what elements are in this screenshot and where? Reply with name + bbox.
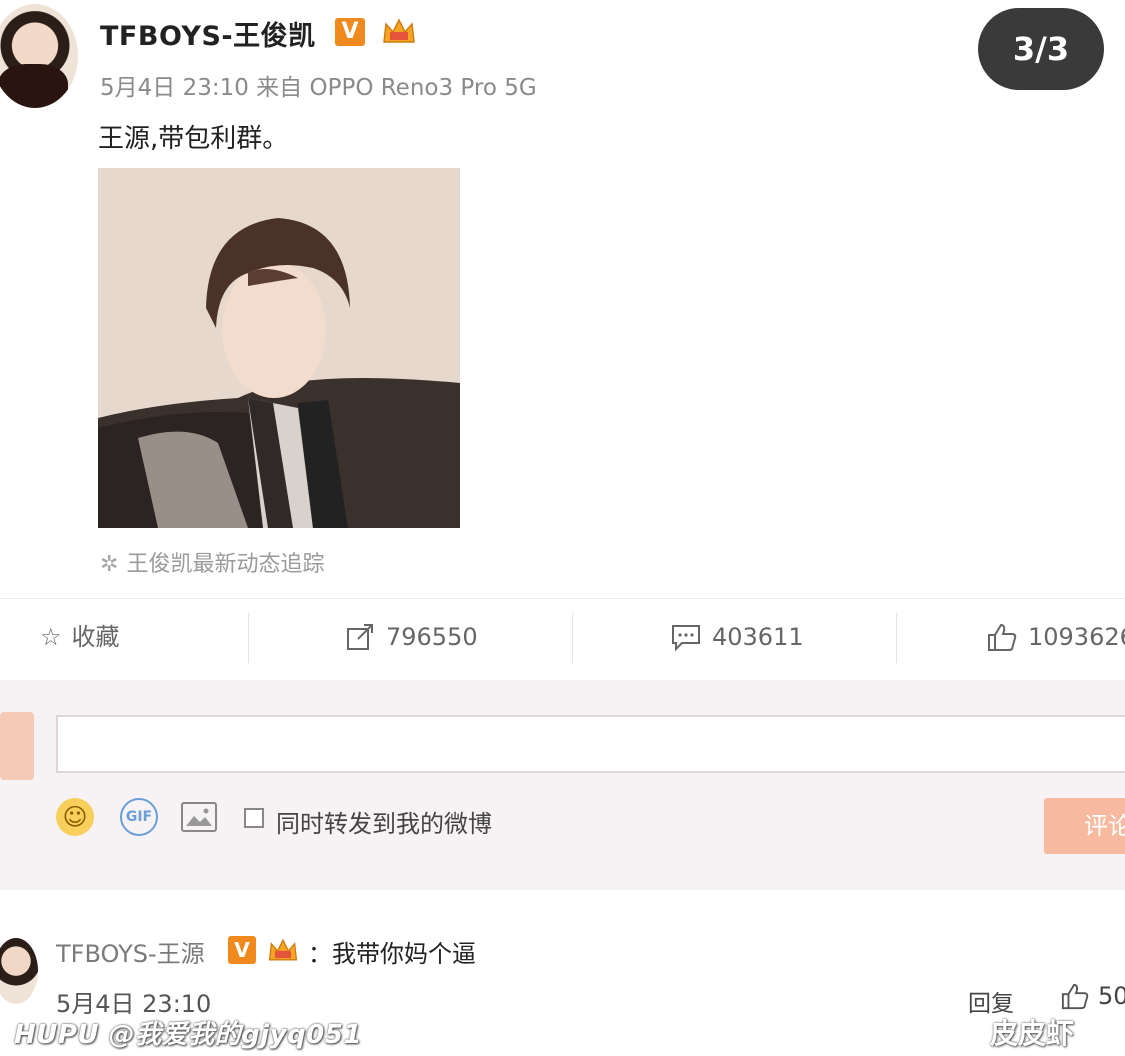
repost-icon xyxy=(347,624,373,650)
comment-text: ：我带你妈个逼 xyxy=(308,934,476,969)
sync-repost-label: 同时转发到我的微博 xyxy=(276,810,492,838)
comment-like-count: 50 xyxy=(1098,982,1125,1010)
verified-badge-icon: V xyxy=(228,936,256,964)
comment-composer xyxy=(0,680,1125,890)
commenter-avatar[interactable] xyxy=(0,938,38,1004)
comment-button[interactable]: 403611 xyxy=(670,619,804,655)
action-bar: ☆ 收藏 796550 403611 1093626 xyxy=(0,598,1125,681)
tracking-label: 王俊凯最新动态追踪 xyxy=(126,552,325,577)
favorite-button[interactable]: ☆ 收藏 xyxy=(40,619,120,655)
repost-button[interactable]: 796550 xyxy=(346,619,478,655)
comment-like-button[interactable]: 50 xyxy=(1060,982,1125,1010)
repost-count: 796550 xyxy=(386,623,478,651)
divider xyxy=(896,613,897,663)
watermark-right: 皮皮虾 xyxy=(990,1017,1075,1050)
post-meta: 5月4日 23:10 来自 OPPO Reno3 Pro 5G xyxy=(100,75,537,101)
selfie-image xyxy=(98,168,460,528)
page-indicator: 3/3 xyxy=(978,8,1104,90)
image-upload-icon[interactable] xyxy=(181,802,217,832)
post-text: 王源,带包利群。 xyxy=(98,124,289,154)
tracking-link[interactable]: ✲ 王俊凯最新动态追踪 xyxy=(100,546,324,578)
divider xyxy=(572,613,573,663)
verified-badge-icon: V xyxy=(335,18,365,46)
watermark-left: HUPU @我爱我的gjyq051 xyxy=(14,1020,362,1050)
divider xyxy=(248,613,249,663)
like-count: 1093626 xyxy=(1028,623,1125,651)
post-author-name[interactable]: TFBOYS-王俊凯 xyxy=(100,14,316,53)
sparkle-icon: ✲ xyxy=(100,552,119,577)
thumbs-up-icon xyxy=(1061,983,1089,1010)
comment-count: 403611 xyxy=(712,623,804,651)
emoji-icon[interactable]: ☺ xyxy=(56,798,94,836)
star-icon: ☆ xyxy=(40,623,62,651)
current-user-avatar xyxy=(0,712,34,780)
comment-icon xyxy=(672,625,700,651)
comment-input[interactable] xyxy=(56,715,1125,773)
vip-crown-icon xyxy=(383,18,415,43)
commenter-name[interactable]: TFBOYS-王源 xyxy=(56,934,205,969)
post-photo[interactable] xyxy=(98,168,460,528)
vip-crown-icon xyxy=(268,938,298,961)
like-button[interactable]: 1093626 xyxy=(986,619,1125,655)
comment-submit-button[interactable]: 评论 xyxy=(1044,798,1125,854)
thumbs-up-icon xyxy=(988,623,1017,651)
comment-body: 我带你妈个逼 xyxy=(332,940,476,968)
gif-icon[interactable]: GIF xyxy=(120,798,158,836)
comment-separator: ： xyxy=(308,940,332,968)
favorite-label: 收藏 xyxy=(71,623,120,651)
author-avatar[interactable] xyxy=(0,4,78,108)
sync-repost-checkbox[interactable] xyxy=(244,808,264,828)
